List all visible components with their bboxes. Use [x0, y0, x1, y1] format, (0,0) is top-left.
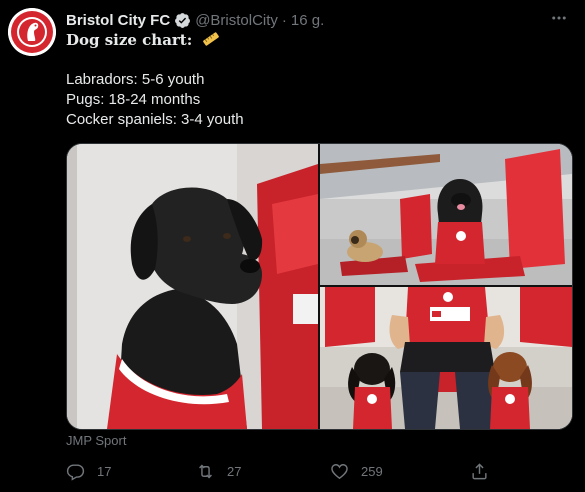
like-button[interactable]: 259: [330, 456, 383, 486]
bristol-city-crest-icon: [8, 8, 56, 56]
tweet-header: Bristol City FC @BristolCity · 16 g.: [66, 10, 571, 30]
more-icon: [552, 16, 566, 20]
photo-labrador[interactable]: [67, 144, 318, 429]
retweet-count: 27: [227, 463, 242, 479]
ruler-icon: [203, 32, 220, 46]
share-button[interactable]: [470, 456, 501, 486]
reply-count: 17: [97, 463, 112, 479]
heart-icon: [331, 463, 348, 479]
tweet-title: Dog size chart:: [66, 31, 193, 49]
reply-button[interactable]: 17: [66, 456, 111, 486]
tweet-text: Dog size chart: Labradors: 5-6 youth Pug…: [66, 30, 566, 130]
tweet-media-grid: [66, 143, 573, 430]
retweet-button[interactable]: 27: [196, 456, 241, 486]
retweet-icon: [199, 464, 212, 478]
tweet-line-cocker-spaniels: Cocker spaniels: 3-4 youth: [66, 111, 244, 128]
like-count: 259: [361, 463, 383, 479]
separator-dot: ·: [281, 11, 287, 29]
media-source-label[interactable]: JMP Sport: [66, 433, 126, 448]
photo-pugs[interactable]: [320, 144, 572, 285]
verified-badge-icon: [175, 12, 191, 28]
tweet-timestamp[interactable]: 16 g.: [291, 12, 324, 29]
avatar[interactable]: [8, 8, 56, 56]
tweet-line-labradors: Labradors: 5-6 youth: [66, 71, 205, 88]
photo-cocker-spaniels[interactable]: [320, 287, 572, 429]
author-name[interactable]: Bristol City FC: [66, 12, 170, 29]
author-handle[interactable]: @BristolCity: [195, 12, 278, 29]
share-icon: [472, 462, 487, 479]
reply-icon: [66, 463, 85, 481]
tweet-actions: 17 27 259: [60, 456, 500, 486]
tweet-line-title: Dog size chart:: [66, 30, 566, 50]
tweet-line-pugs: Pugs: 18-24 months: [66, 91, 201, 108]
more-button[interactable]: [547, 8, 571, 28]
